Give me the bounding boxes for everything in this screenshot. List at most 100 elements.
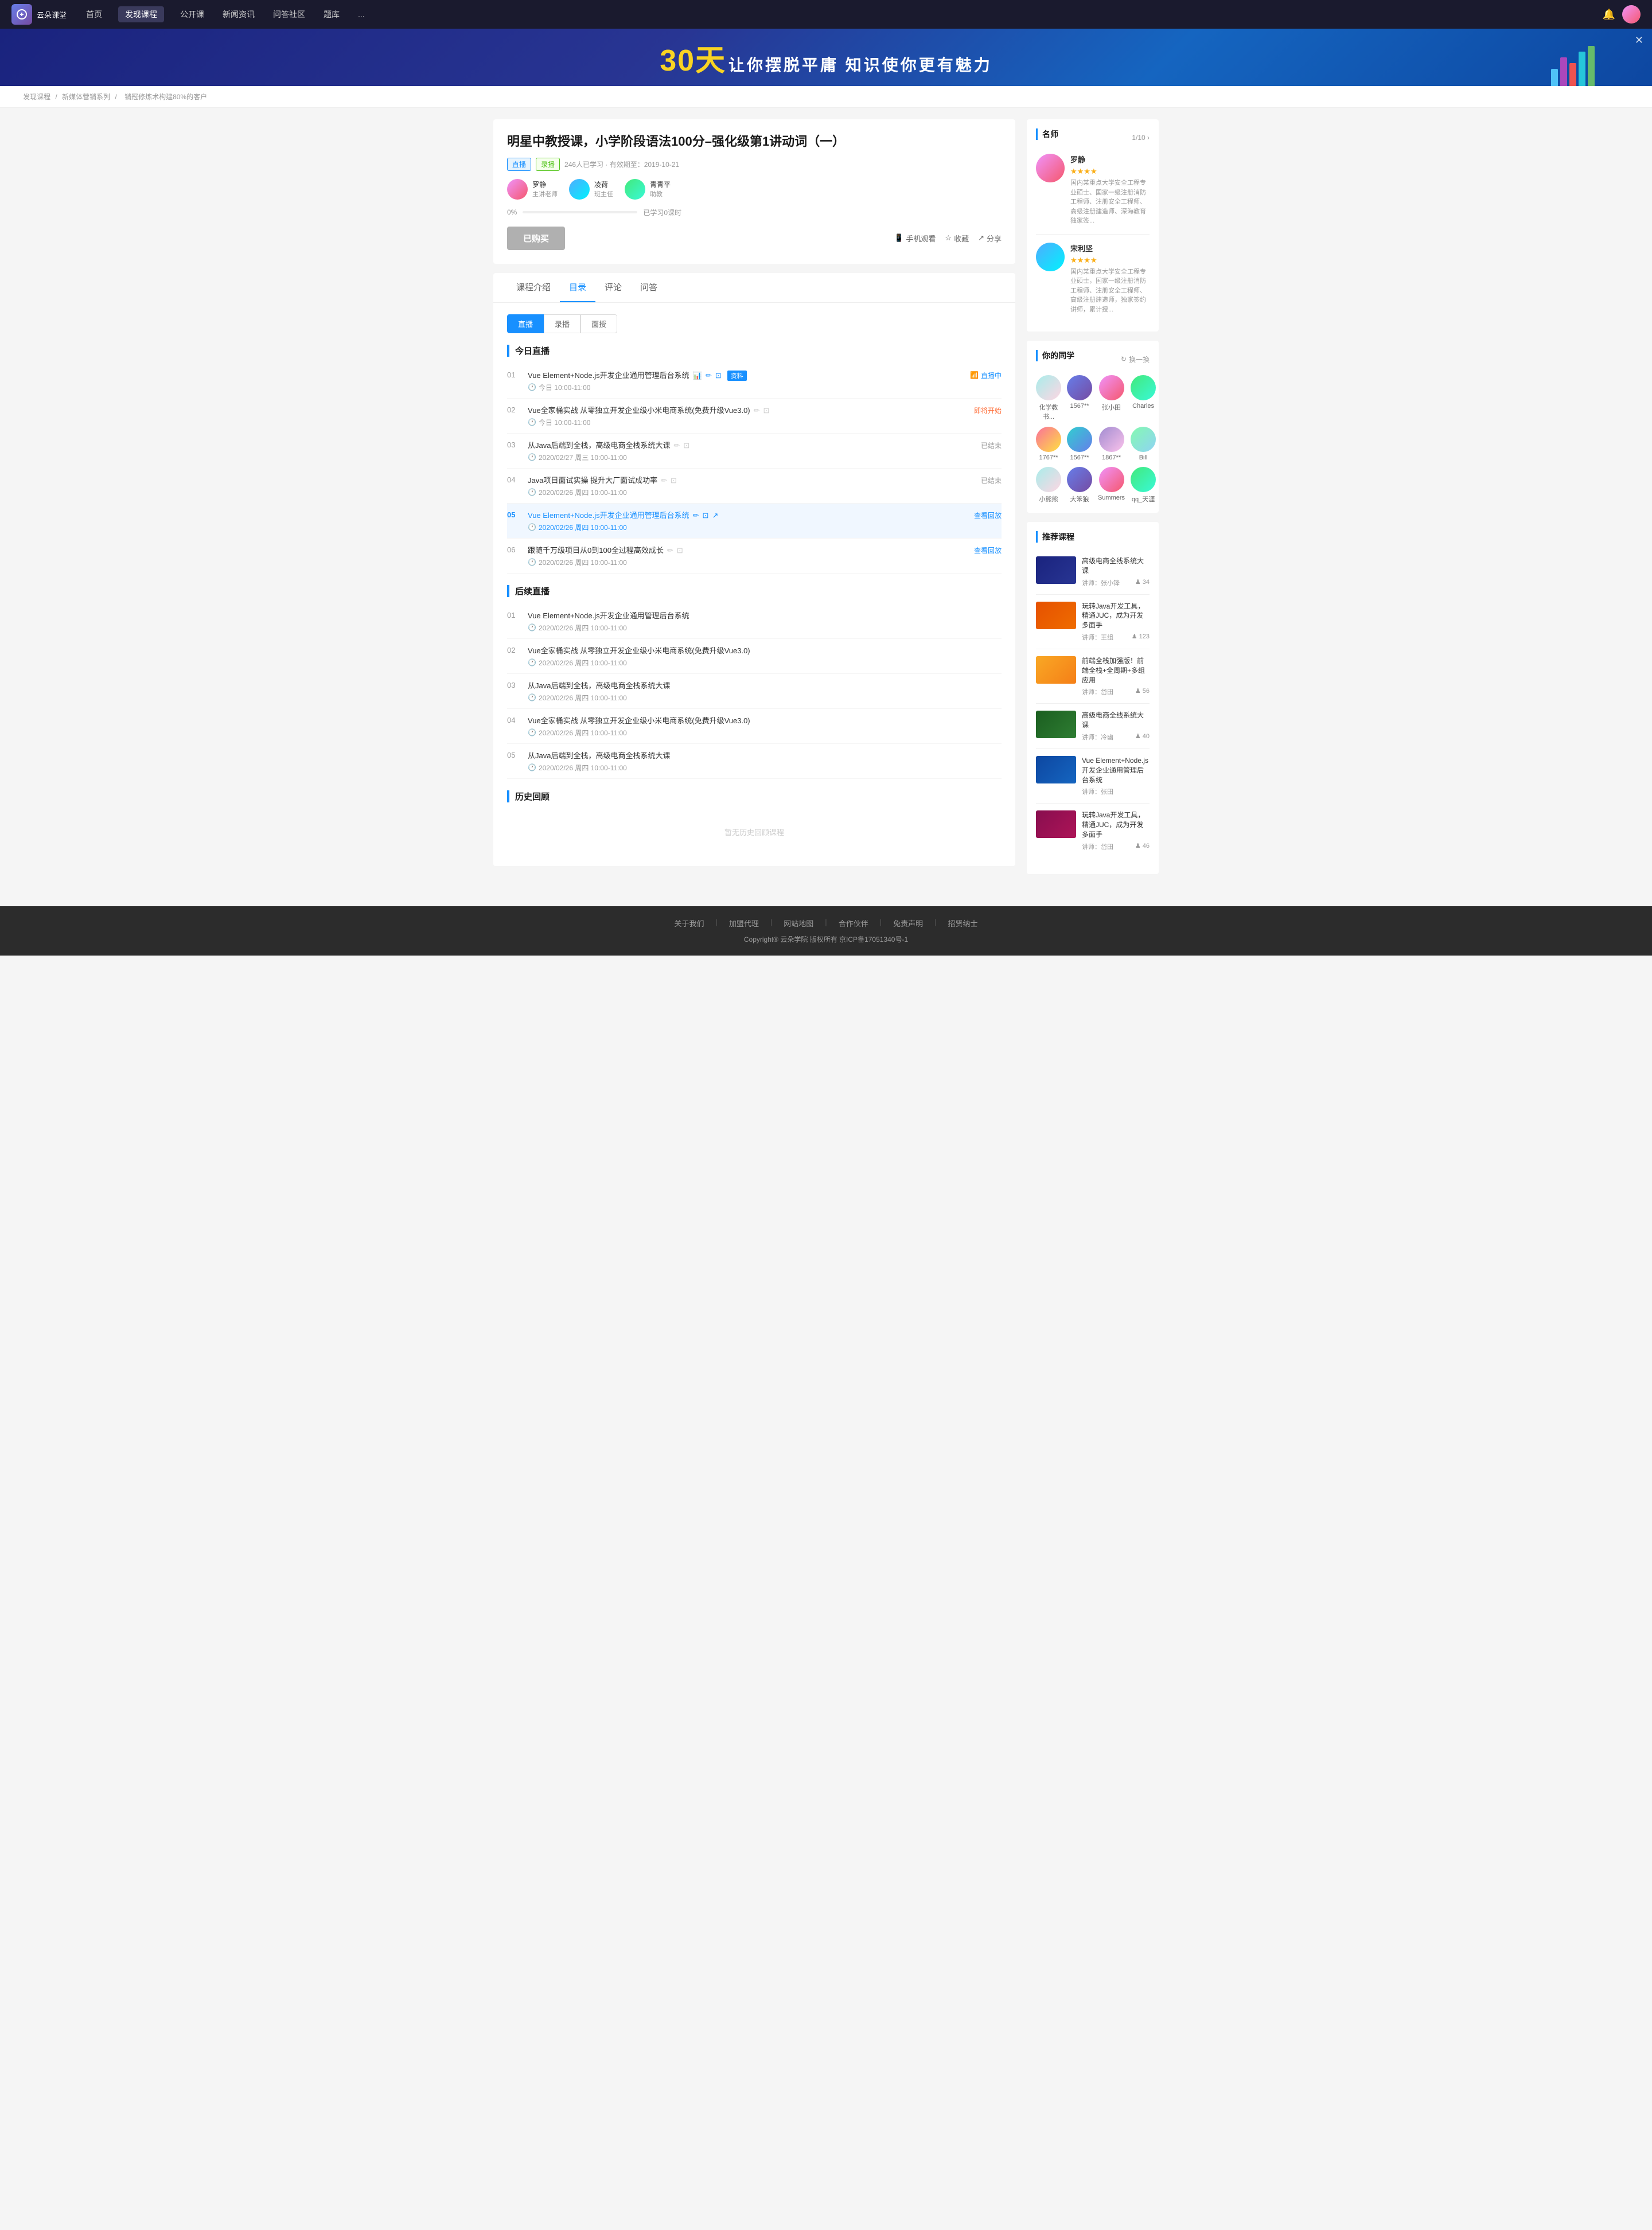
nav-item-news[interactable]: 新闻资讯 bbox=[220, 9, 257, 20]
lesson-item: 03 从Java后端到全栈，高级电商全栈系统大课 ✏ ⊡ 🕐 2020/02/2… bbox=[507, 434, 1002, 469]
nav-item-qa[interactable]: 问答社区 bbox=[271, 9, 307, 20]
recommend-item[interactable]: 前端全栈加强版！前端全栈+全周期+多组应用 讲师：岱田 ♟ 56 bbox=[1036, 656, 1150, 704]
nav-item-home[interactable]: 首页 bbox=[84, 9, 104, 20]
classmate-item[interactable]: Summers bbox=[1098, 467, 1125, 504]
recommend-course-title: Vue Element+Node.js开发企业通用管理后台系统 bbox=[1082, 756, 1150, 785]
footer-links: 关于我们 | 加盟代理 | 网站地图 | 合作伙伴 | 免责声明 | 招贤纳士 bbox=[11, 918, 1641, 929]
instructor-role-1: 主讲老师 bbox=[532, 189, 558, 198]
sub-tab-record[interactable]: 录播 bbox=[544, 314, 580, 333]
teacher-item: 罗静 ★★★★ 国内某重点大学安全工程专业硕士、国家一级注册消防工程师、注册安全… bbox=[1036, 154, 1150, 235]
classmate-item[interactable]: qq_天涯 bbox=[1131, 467, 1156, 504]
classmate-name: 1567** bbox=[1070, 403, 1089, 410]
tab-intro[interactable]: 课程介绍 bbox=[507, 273, 560, 302]
logo-text: 云朵课堂 bbox=[37, 9, 67, 20]
site-logo[interactable]: 云朵课堂 bbox=[11, 4, 67, 25]
share-button[interactable]: ↗ 分享 bbox=[978, 233, 1002, 244]
footer-link-sitemap[interactable]: 网站地图 bbox=[784, 918, 813, 929]
recommend-item[interactable]: 高级电商全线系统大课 讲师：冷幽 ♟ 40 bbox=[1036, 711, 1150, 749]
edit-icon[interactable]: ✏ bbox=[667, 546, 673, 555]
buy-button[interactable]: 已购买 bbox=[507, 227, 565, 250]
instructor-role-2: 班主任 bbox=[594, 189, 613, 198]
navigation: 云朵课堂 首页 发现课程 公开课 新闻资讯 问答社区 题库 ... 🔔 bbox=[0, 0, 1652, 29]
classmate-item[interactable]: 张小田 bbox=[1098, 375, 1125, 421]
copy-icon[interactable]: ⊡ bbox=[703, 511, 709, 520]
lesson-num: 03 bbox=[507, 439, 523, 449]
edit-icon[interactable]: ✏ bbox=[673, 441, 680, 450]
classmate-item[interactable]: Charles bbox=[1131, 375, 1156, 421]
footer-link-partner[interactable]: 合作伙伴 bbox=[839, 918, 868, 929]
classmate-item[interactable]: Bill bbox=[1131, 427, 1156, 461]
footer-link-recruit[interactable]: 招贤纳士 bbox=[948, 918, 978, 929]
course-tabs-section: 课程介绍 目录 评论 问答 直播 录播 面授 今日直播 bbox=[493, 273, 1015, 866]
replay-status[interactable]: 查看回放 bbox=[974, 547, 1002, 555]
nav-item-open[interactable]: 公开课 bbox=[178, 9, 206, 20]
recommend-item[interactable]: 玩转Java开发工具，精通JUC，成为开发多面手 讲师：岱田 ♟ 46 bbox=[1036, 810, 1150, 857]
replay-status[interactable]: 查看回放 bbox=[974, 512, 1002, 520]
recommend-item[interactable]: 高级电商全线系统大课 讲师：张小锋 ♟ 34 bbox=[1036, 556, 1150, 595]
course-tabs: 课程介绍 目录 评论 问答 bbox=[493, 273, 1015, 303]
nav-item-more[interactable]: ... bbox=[356, 10, 367, 19]
mobile-watch-button[interactable]: 📱 手机观看 bbox=[894, 233, 936, 244]
recommend-item[interactable]: 玩转Java开发工具，精通JUC，成为开发多面手 讲师：王组 ♟ 123 bbox=[1036, 602, 1150, 649]
today-live-title: 今日直播 bbox=[507, 345, 1002, 357]
material-tag[interactable]: 资料 bbox=[727, 371, 747, 381]
copy-icon[interactable]: ⊡ bbox=[677, 546, 683, 555]
sub-tab-offline[interactable]: 面授 bbox=[580, 314, 617, 333]
star-icon: ☆ bbox=[945, 233, 952, 243]
collect-button[interactable]: ☆ 收藏 bbox=[945, 233, 969, 244]
banner-close-icon[interactable]: ✕ bbox=[1635, 34, 1643, 46]
copy-icon[interactable]: ⊡ bbox=[715, 371, 722, 380]
recommend-meta: 讲师：张田 bbox=[1082, 787, 1150, 796]
nav-item-discover[interactable]: 发现课程 bbox=[118, 6, 164, 22]
sub-tab-live[interactable]: 直播 bbox=[507, 314, 544, 333]
recommend-item[interactable]: Vue Element+Node.js开发企业通用管理后台系统 讲师：张田 bbox=[1036, 756, 1150, 804]
edit-icon[interactable]: ✏ bbox=[661, 476, 667, 485]
instructor-avatar-1 bbox=[507, 179, 528, 200]
footer-link-about[interactable]: 关于我们 bbox=[674, 918, 704, 929]
recommend-course-title: 玩转Java开发工具，精通JUC，成为开发多面手 bbox=[1082, 602, 1150, 630]
copy-icon[interactable]: ⊡ bbox=[683, 441, 689, 450]
lesson-num: 02 bbox=[507, 404, 523, 414]
classmate-name: Charles bbox=[1132, 403, 1154, 410]
promo-banner: ✕ 30天 让你摆脱平庸 知识使你更有魅力 bbox=[0, 29, 1652, 86]
classmate-item[interactable]: 化学教书... bbox=[1036, 375, 1061, 421]
breadcrumb-series[interactable]: 新媒体营销系列 bbox=[62, 93, 110, 101]
mobile-icon: 📱 bbox=[894, 233, 903, 243]
edit-icon[interactable]: ✏ bbox=[754, 406, 760, 415]
live-status[interactable]: 📶 直播中 bbox=[970, 371, 1002, 380]
tab-qa[interactable]: 问答 bbox=[631, 273, 667, 302]
footer-link-disclaimer[interactable]: 免责声明 bbox=[893, 918, 923, 929]
share-small-icon[interactable]: ↗ bbox=[712, 511, 718, 520]
tab-comment[interactable]: 评论 bbox=[595, 273, 631, 302]
classmate-item[interactable]: 1767** bbox=[1036, 427, 1061, 461]
classmate-item[interactable]: 1567** bbox=[1067, 375, 1092, 421]
course-title: 明星中教授课，小学阶段语法100分–强化级第1讲动词（一） bbox=[507, 133, 1002, 151]
notification-bell-icon[interactable]: 🔔 bbox=[1603, 9, 1615, 21]
lesson-name-highlight: Vue Element+Node.js开发企业通用管理后台系统 bbox=[528, 509, 689, 520]
footer-link-agent[interactable]: 加盟代理 bbox=[729, 918, 759, 929]
classmate-item[interactable]: 大笨狼 bbox=[1067, 467, 1092, 504]
classmate-item[interactable]: 1867** bbox=[1098, 427, 1125, 461]
breadcrumb-discover[interactable]: 发现课程 bbox=[23, 93, 50, 101]
instructor-avatar-2 bbox=[569, 179, 590, 200]
recommend-thumb bbox=[1036, 756, 1076, 783]
classmate-item[interactable]: 1567** bbox=[1067, 427, 1092, 461]
classmate-item[interactable]: 小熊熊 bbox=[1036, 467, 1061, 504]
tab-catalog[interactable]: 目录 bbox=[560, 273, 595, 302]
recommend-title: 推荐课程 bbox=[1036, 531, 1074, 543]
user-avatar[interactable] bbox=[1622, 5, 1641, 24]
edit-icon[interactable]: ✏ bbox=[693, 511, 699, 520]
progress-hours: 已学习0课时 bbox=[643, 208, 681, 217]
copy-icon[interactable]: ⊡ bbox=[671, 476, 677, 485]
copy-icon[interactable]: ⊡ bbox=[763, 406, 770, 415]
teachers-title: 名师 bbox=[1036, 128, 1058, 140]
nav-item-quiz[interactable]: 题库 bbox=[321, 9, 342, 20]
banner-days: 30天 bbox=[660, 44, 726, 77]
edit-icon[interactable]: ✏ bbox=[706, 371, 712, 380]
teacher-nav[interactable]: 1/10 › bbox=[1132, 134, 1150, 142]
classmates-change-button[interactable]: ↻ 换一换 bbox=[1121, 354, 1150, 364]
teachers-header: 名师 1/10 › bbox=[1036, 128, 1150, 147]
classmate-name: 小熊熊 bbox=[1039, 494, 1058, 504]
teacher-name-2: 宋利坚 bbox=[1070, 243, 1150, 254]
banner-text: 30天 让你摆脱平庸 知识使你更有魅力 bbox=[660, 36, 992, 79]
